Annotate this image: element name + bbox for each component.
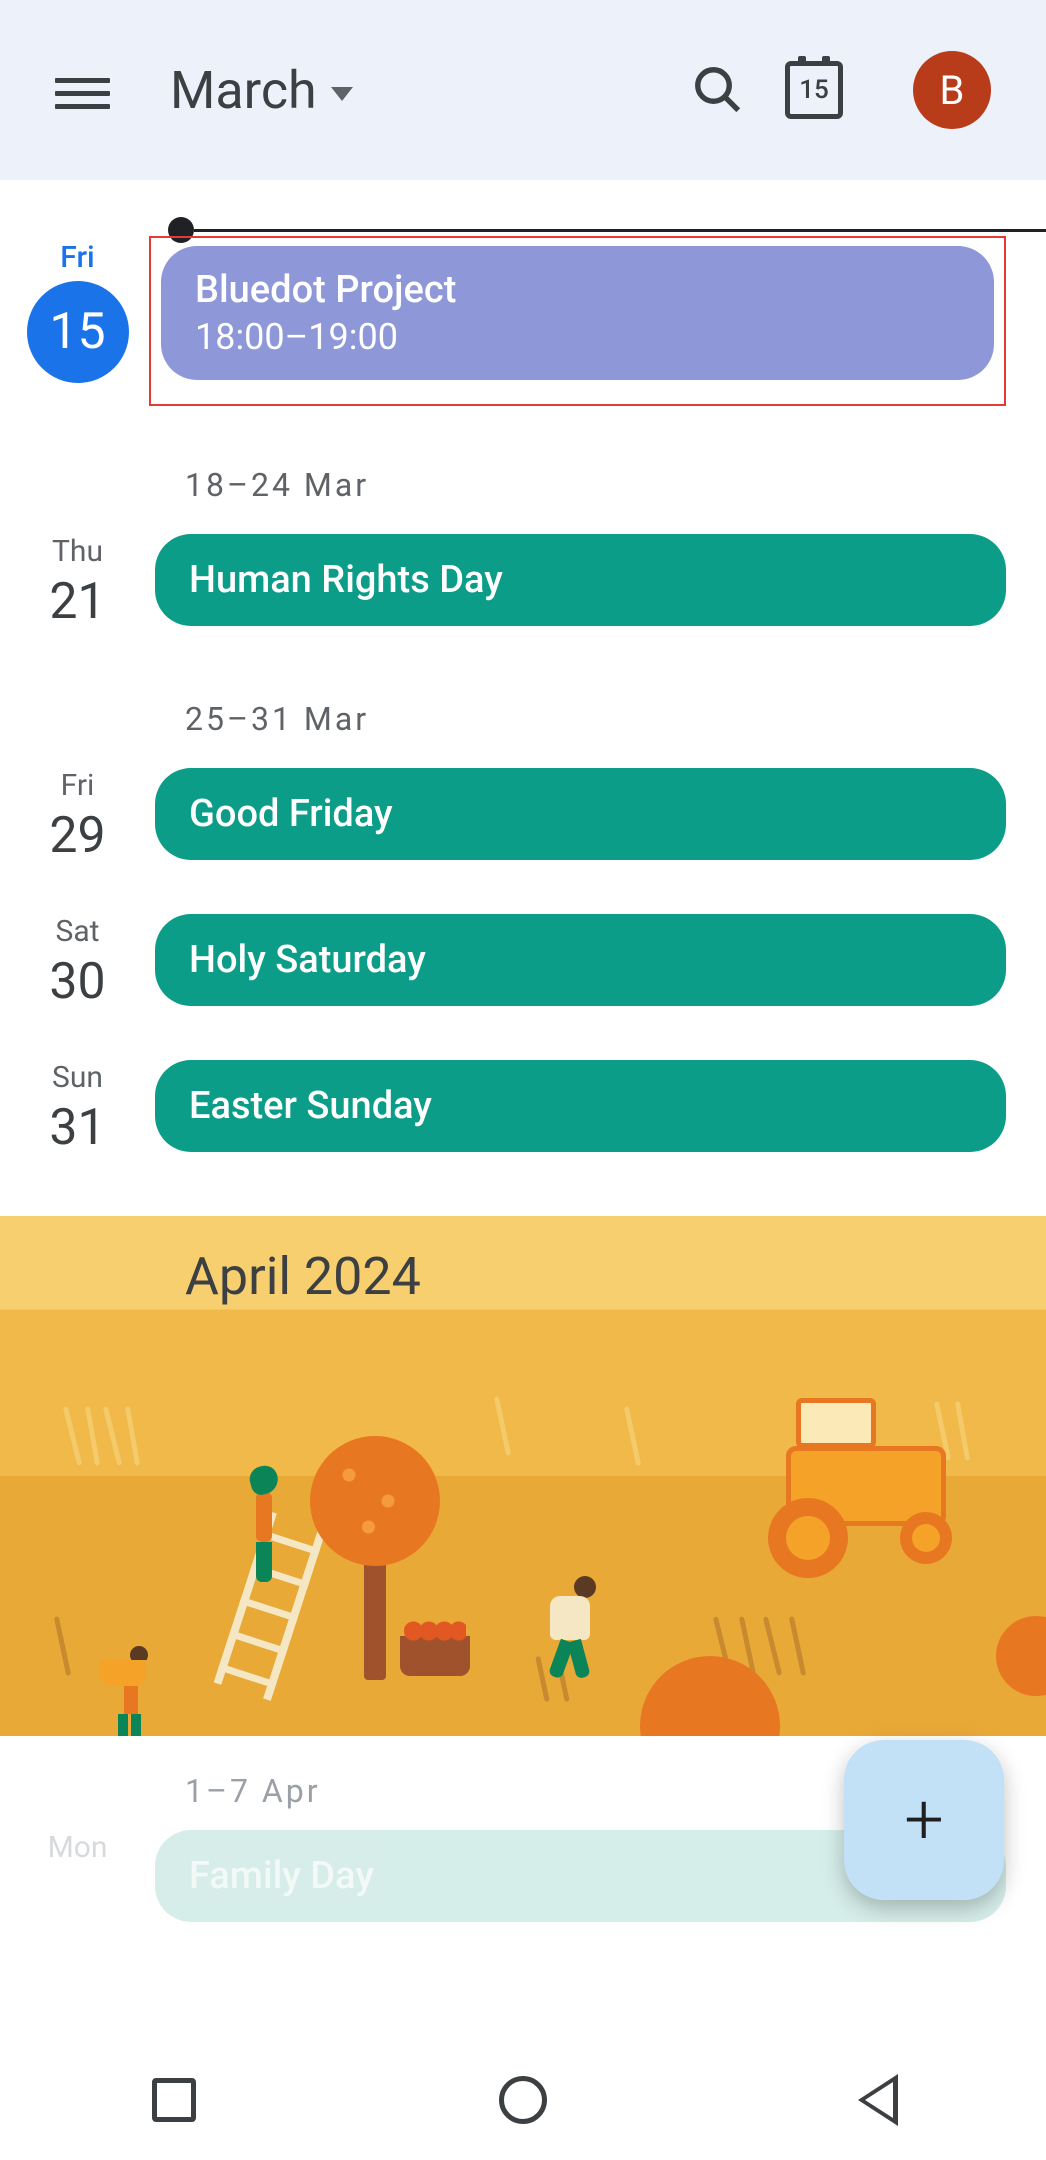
day-name: Mon [0, 1830, 155, 1865]
plus-icon: + [904, 1785, 944, 1855]
system-navbar [0, 2040, 1046, 2160]
month-selector[interactable]: March [170, 60, 353, 121]
day-number-today[interactable]: 15 [27, 281, 129, 383]
event-title: Easter Sunday [189, 1084, 972, 1128]
avatar[interactable]: B [913, 51, 991, 129]
day-name: Thu [0, 534, 155, 569]
event-title: Holy Saturday [189, 938, 972, 982]
day-row: Fri 29 Good Friday [0, 768, 1046, 874]
event-title: Bluedot Project [195, 268, 960, 312]
day-name: Fri [0, 768, 155, 803]
home-button[interactable] [493, 2070, 553, 2130]
today-icon[interactable]: 15 [785, 61, 843, 119]
month-banner-title: April 2024 [185, 1246, 421, 1307]
today-row: Fri 15 Bluedot Project 18:00–19:00 [0, 240, 1046, 406]
day-name: Fri [0, 240, 155, 275]
today-badge-num: 15 [799, 75, 829, 105]
day-row: Thu 21 Human Rights Day [0, 534, 1046, 640]
event-bluedot-project[interactable]: Bluedot Project 18:00–19:00 [161, 246, 994, 380]
month-label: March [170, 60, 317, 121]
day-number[interactable]: 30 [0, 953, 155, 1011]
event-human-rights-day[interactable]: Human Rights Day [155, 534, 1006, 626]
day-row: Sat 30 Holy Saturday [0, 914, 1046, 1020]
sun-illustration [640, 1656, 780, 1736]
tree-illustration [310, 1436, 440, 1680]
event-holy-saturday[interactable]: Holy Saturday [155, 914, 1006, 1006]
chevron-down-icon [331, 87, 353, 101]
tractor-illustration [786, 1446, 946, 1526]
day-row: Sun 31 Easter Sunday [0, 1060, 1046, 1166]
event-title: Human Rights Day [189, 558, 972, 602]
search-icon[interactable] [691, 63, 745, 117]
recents-button[interactable] [144, 2070, 204, 2130]
week-range: 18–24 Mar [0, 426, 1046, 534]
sun-illustration [996, 1616, 1046, 1696]
person-illustration [100, 1646, 148, 1736]
schedule-content: Fri 15 Bluedot Project 18:00–19:00 18–24… [0, 180, 1046, 1936]
app-header: March 15 B [0, 0, 1046, 180]
event-title: Good Friday [189, 792, 972, 836]
week-range: 25–31 Mar [0, 660, 1046, 768]
month-banner-april: April 2024 [0, 1216, 1046, 1736]
person-illustration [250, 1466, 278, 1582]
back-button[interactable] [842, 2070, 902, 2130]
create-event-button[interactable]: + [844, 1740, 1004, 1900]
event-good-friday[interactable]: Good Friday [155, 768, 1006, 860]
day-number[interactable]: 29 [0, 807, 155, 865]
day-number[interactable]: 21 [0, 573, 155, 631]
day-name: Sat [0, 914, 155, 949]
menu-icon[interactable] [55, 70, 110, 110]
highlighted-event-box: Bluedot Project 18:00–19:00 [149, 236, 1006, 406]
person-illustration [550, 1576, 596, 1678]
event-time: 18:00–19:00 [195, 316, 960, 358]
day-number[interactable]: 31 [0, 1099, 155, 1157]
event-easter-sunday[interactable]: Easter Sunday [155, 1060, 1006, 1152]
day-name: Sun [0, 1060, 155, 1095]
